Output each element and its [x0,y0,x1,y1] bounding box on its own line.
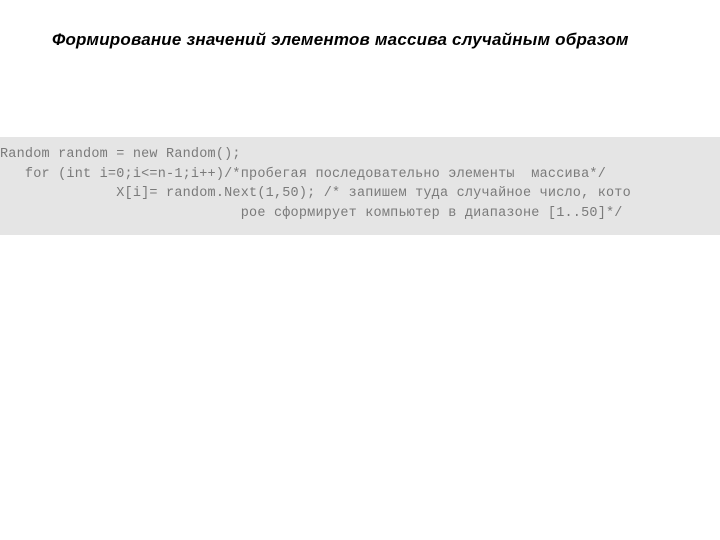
code-block: Random random = new Random(); for (int i… [0,137,720,235]
code-line: X[i]= random.Next(1,50); /* запишем туда… [0,184,720,204]
page-title: Формирование значений элементов массива … [52,30,629,50]
code-line: for (int i=0;i<=n-1;i++)/*пробегая после… [0,165,720,185]
code-line: Random random = new Random(); [0,145,720,165]
code-line: рое сформирует компьютер в диапазоне [1.… [0,204,720,224]
